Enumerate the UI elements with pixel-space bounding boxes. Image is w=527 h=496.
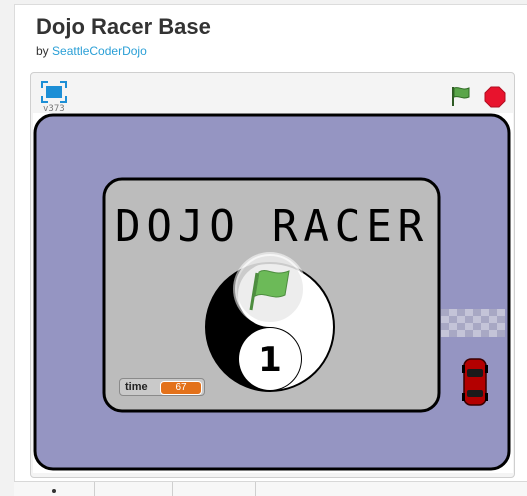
variable-name: time — [125, 381, 148, 393]
tab-1[interactable] — [14, 482, 95, 496]
stop-icon[interactable] — [484, 86, 506, 108]
author-link[interactable]: SeattleCoderDojo — [52, 44, 147, 58]
game-title: DOJO RACER — [115, 201, 429, 252]
byline: by SeattleCoderDojo — [36, 44, 147, 58]
bottom-tabs-bar — [14, 481, 527, 496]
level-number: 1 — [258, 340, 282, 380]
fullscreen-icon[interactable] — [41, 81, 67, 103]
player-panel: v373 DOJO RACER 1 time 67 — [30, 72, 515, 478]
by-label: by — [36, 44, 49, 58]
tab-3[interactable] — [173, 482, 256, 496]
tab-2[interactable] — [95, 482, 173, 496]
project-page: Dojo Racer Base by SeattleCoderDojo v373 — [14, 4, 527, 496]
stage[interactable]: DOJO RACER 1 time 67 — [33, 113, 513, 473]
tab-1-marker — [52, 489, 56, 493]
stage-canvas: DOJO RACER 1 — [33, 113, 511, 471]
project-title: Dojo Racer Base — [36, 14, 211, 39]
red-car-sprite — [462, 358, 488, 406]
variable-monitor: time 67 — [119, 378, 205, 396]
green-flag-icon[interactable] — [450, 85, 472, 107]
play-overlay-icon — [233, 252, 307, 326]
finish-line — [441, 309, 505, 337]
variable-value: 67 — [160, 381, 202, 395]
